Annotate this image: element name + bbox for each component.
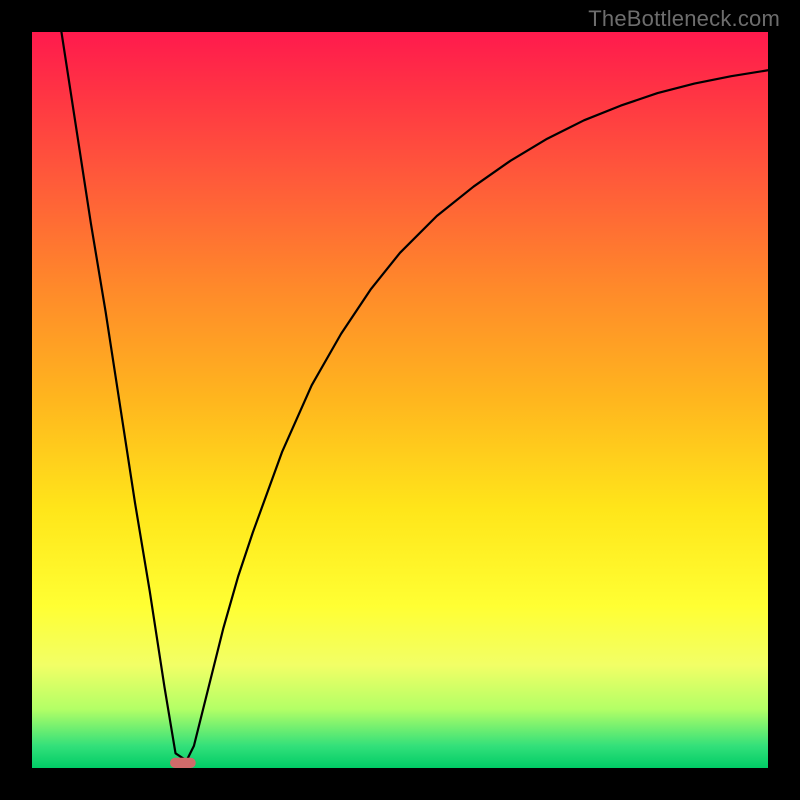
curve-path bbox=[61, 32, 768, 761]
optimal-range-marker bbox=[170, 758, 196, 768]
chart-frame: TheBottleneck.com bbox=[0, 0, 800, 800]
plot-area bbox=[32, 32, 768, 768]
watermark-text: TheBottleneck.com bbox=[588, 6, 780, 32]
marker-pill bbox=[170, 758, 196, 768]
bottleneck-curve bbox=[61, 32, 768, 761]
chart-svg bbox=[32, 32, 768, 768]
